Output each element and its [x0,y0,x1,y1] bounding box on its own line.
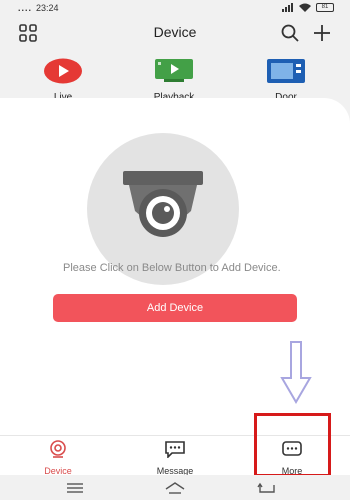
wifi-icon [299,3,311,12]
door-intercom-icon [267,59,305,83]
quick-playback[interactable]: Playback [144,58,204,103]
signal-bars-icon [282,3,293,12]
home-icon[interactable] [164,481,186,495]
add-device-button[interactable]: Add Device [53,294,297,322]
live-play-icon [44,58,82,84]
quick-live[interactable]: Live [33,58,93,103]
signal-indicator: .... [18,3,33,13]
empty-state-hint: Please Click on Below Button to Add Devi… [63,262,281,274]
status-bar: .... 23:24 81 [0,0,350,18]
app-header: Device [0,18,350,48]
tab-message[interactable]: Message [140,440,210,476]
device-tab-icon [50,440,66,458]
battery-level: 81 [321,4,329,10]
battery-icon: 81 [316,3,334,12]
more-highlight-box [254,413,331,477]
back-icon[interactable] [256,481,278,495]
status-time: 23:24 [36,3,59,13]
tab-device[interactable]: Device [23,440,93,476]
quick-door[interactable]: Door [256,58,316,103]
message-icon [165,441,185,459]
annotation-arrow-icon [280,341,312,404]
playback-icon [155,59,193,82]
search-icon[interactable] [280,23,300,43]
system-nav-bar [0,475,350,500]
menu-lines-icon[interactable] [64,481,86,495]
plus-icon[interactable] [312,23,332,43]
